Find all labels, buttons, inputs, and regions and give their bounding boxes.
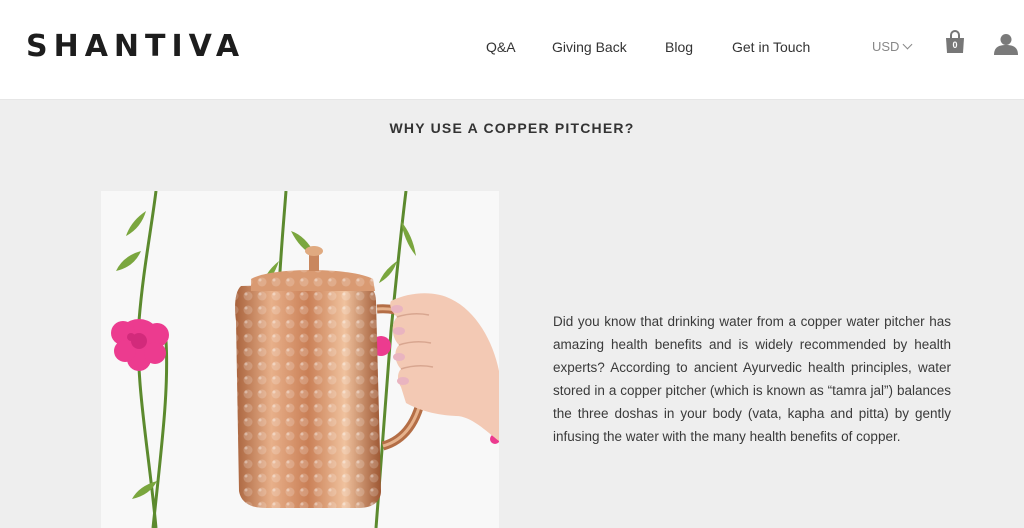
nav-item-blog[interactable]: Blog bbox=[665, 38, 693, 56]
currency-selector[interactable]: USD bbox=[872, 39, 913, 55]
site-header: SHANTIVA Q&A Giving Back Blog Get in Tou… bbox=[0, 0, 1024, 100]
chevron-down-icon bbox=[903, 39, 913, 50]
cart-count: 0 bbox=[952, 40, 958, 50]
user-icon bbox=[994, 34, 1018, 55]
copper-pitcher-image bbox=[101, 191, 499, 528]
currency-label: USD bbox=[872, 39, 900, 54]
nav-item-giving-back[interactable]: Giving Back bbox=[552, 38, 627, 56]
nav-item-get-in-touch[interactable]: Get in Touch bbox=[732, 38, 810, 56]
main-nav: Q&A Giving Back Blog Get in Touch bbox=[0, 38, 1024, 58]
section-title: WHY USE A COPPER PITCHER? bbox=[389, 120, 635, 136]
account-button[interactable] bbox=[993, 33, 1019, 55]
copper-pitcher-photo bbox=[101, 191, 499, 528]
nav-item-qa[interactable]: Q&A bbox=[486, 38, 516, 56]
intro-paragraph: Did you know that drinking water from a … bbox=[553, 314, 951, 444]
cart-button[interactable]: 0 bbox=[944, 30, 966, 54]
